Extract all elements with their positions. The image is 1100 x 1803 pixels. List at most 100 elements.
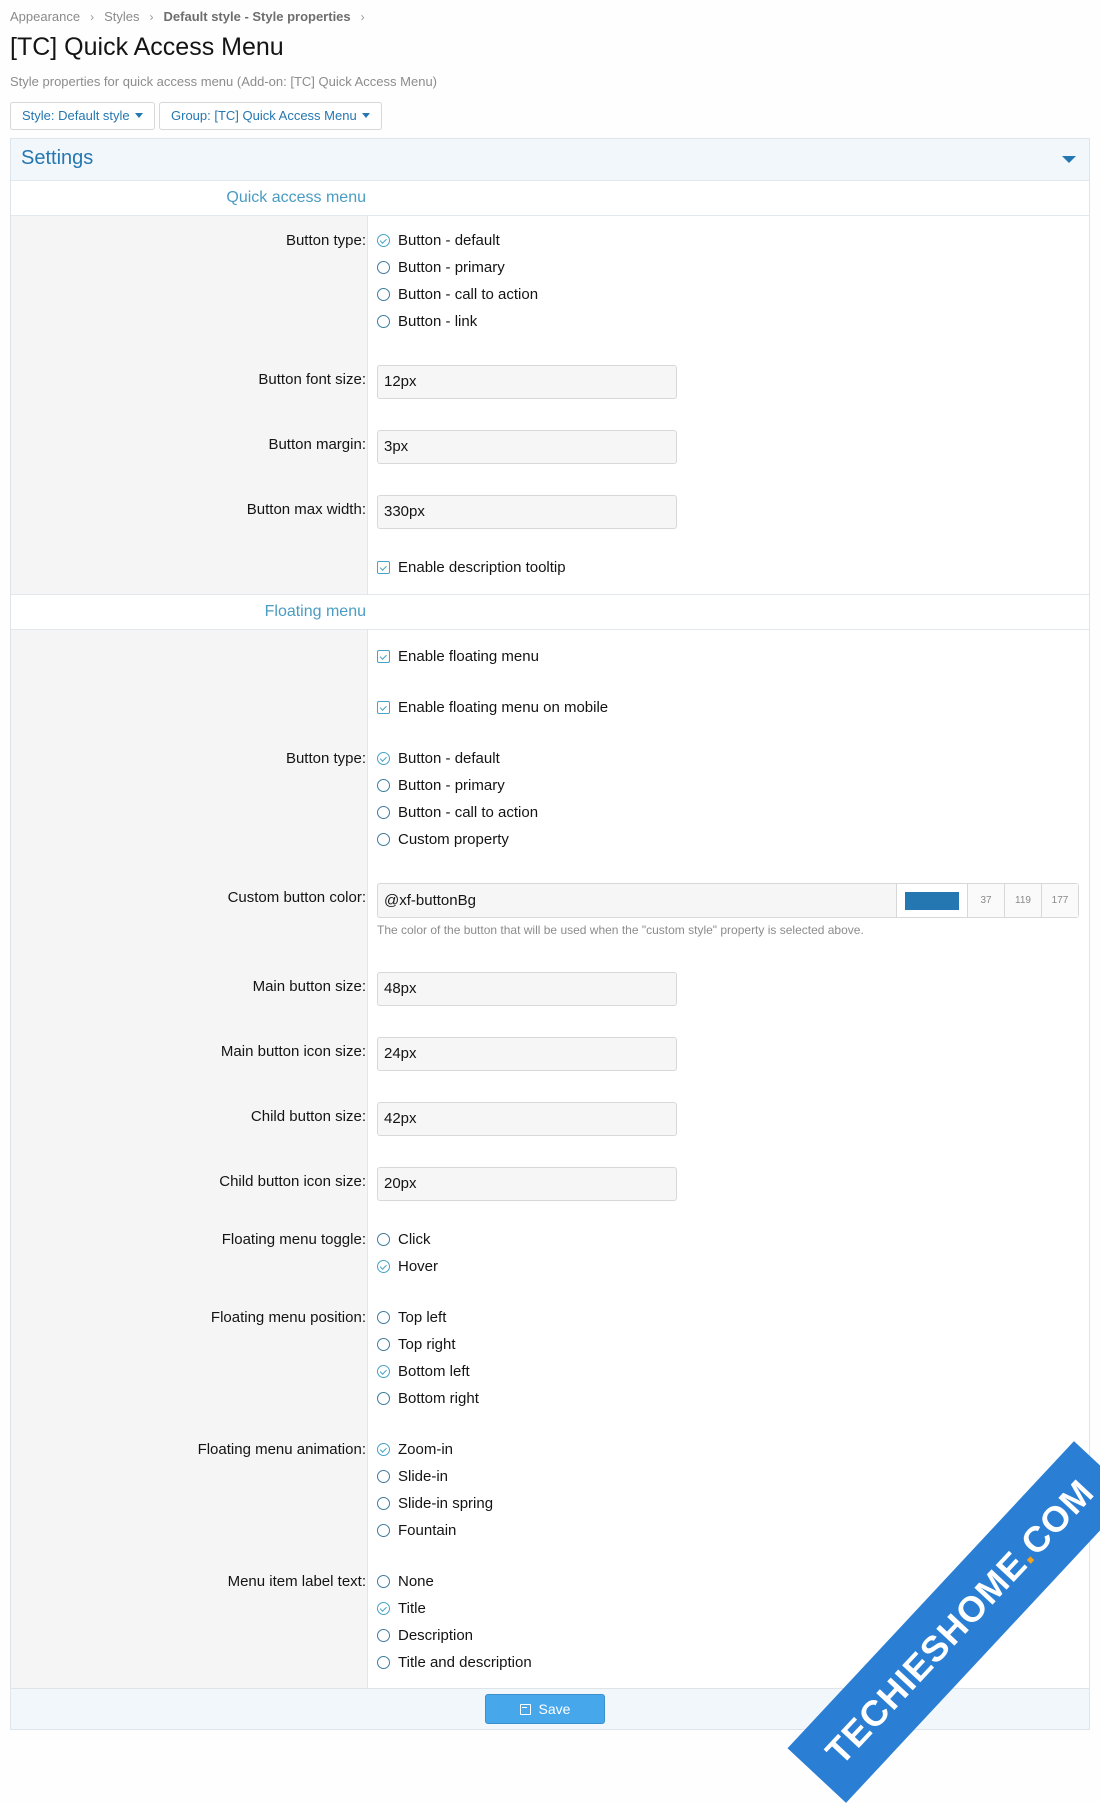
main-button-size-input[interactable]: 48px: [377, 972, 677, 1006]
radio-position-bottom-left[interactable]: Bottom left: [377, 1363, 470, 1380]
radio-icon[interactable]: [377, 1233, 390, 1246]
save-button[interactable]: Save: [485, 1694, 605, 1724]
color-picker-button[interactable]: [896, 884, 967, 917]
radio-icon[interactable]: [377, 1338, 390, 1351]
option-label: Top right: [398, 1336, 456, 1353]
radio-animation-fountain[interactable]: Fountain: [377, 1522, 456, 1539]
settings-panel: Settings Quick access menu Button type: …: [10, 138, 1090, 1730]
checkbox-checked-icon[interactable]: [377, 561, 390, 574]
section-title-quick: Quick access menu: [226, 189, 366, 206]
radio-floating-primary[interactable]: Button - primary: [377, 777, 505, 794]
radio-toggle-hover[interactable]: Hover: [377, 1258, 438, 1275]
option-label: Button - primary: [398, 777, 505, 794]
option-label: Click: [398, 1231, 431, 1248]
option-label: Button - default: [398, 750, 500, 767]
panel-title: Settings: [21, 147, 94, 169]
section-header-quick: Quick access menu: [11, 180, 1089, 216]
radio-label-none[interactable]: None: [377, 1573, 434, 1590]
radio-floating-default[interactable]: Button - default: [377, 750, 500, 767]
radio-icon[interactable]: [377, 1470, 390, 1483]
custom-button-color-hint: The color of the button that will be use…: [377, 923, 864, 937]
button-font-size-label: Button font size:: [258, 371, 366, 388]
option-label: Button - call to action: [398, 286, 539, 303]
enable-description-tooltip-checkbox[interactable]: Enable description tooltip: [377, 559, 566, 576]
radio-label-title-description[interactable]: Title and description: [377, 1654, 532, 1671]
custom-button-color-field[interactable]: @xf-buttonBg 37 119 177: [377, 883, 1079, 918]
option-label: Bottom left: [398, 1363, 470, 1380]
radio-animation-slide-spring[interactable]: Slide-in spring: [377, 1495, 493, 1512]
option-label: Button - default: [398, 232, 500, 249]
style-filter-button[interactable]: Style: Default style: [10, 102, 155, 130]
radio-icon[interactable]: [377, 806, 390, 819]
breadcrumb-styles[interactable]: Styles: [104, 9, 139, 24]
radio-icon[interactable]: [377, 1311, 390, 1324]
button-max-width-input[interactable]: 330px: [377, 495, 677, 529]
option-label: Custom property: [398, 831, 509, 848]
radio-icon[interactable]: [377, 1392, 390, 1405]
checkbox-checked-icon[interactable]: [377, 650, 390, 663]
menu-item-label-text-label: Menu item label text:: [227, 1573, 366, 1590]
breadcrumb-appearance[interactable]: Appearance: [10, 9, 80, 24]
radio-animation-zoom-in[interactable]: Zoom-in: [377, 1441, 453, 1458]
child-button-size-input[interactable]: 42px: [377, 1102, 677, 1136]
radio-icon[interactable]: [377, 1629, 390, 1642]
color-red-value: 37: [967, 884, 1004, 917]
option-label: Title: [398, 1600, 426, 1617]
button-max-width-label: Button max width:: [246, 501, 366, 518]
radio-icon[interactable]: [377, 1497, 390, 1510]
radio-icon[interactable]: [377, 288, 390, 301]
radio-icon[interactable]: [377, 1656, 390, 1669]
breadcrumb-style-properties[interactable]: Default style - Style properties: [164, 9, 351, 24]
enable-floating-menu-checkbox[interactable]: Enable floating menu: [377, 648, 539, 665]
radio-checked-icon[interactable]: [377, 1602, 390, 1615]
save-label: Save: [538, 1701, 571, 1717]
radio-label-title[interactable]: Title: [377, 1600, 426, 1617]
floating-menu-animation-label: Floating menu animation:: [197, 1441, 366, 1458]
option-label: Fountain: [398, 1522, 457, 1539]
color-swatch: [905, 891, 959, 910]
radio-checked-icon[interactable]: [377, 1365, 390, 1378]
enable-floating-mobile-checkbox[interactable]: Enable floating menu on mobile: [377, 699, 608, 716]
radio-checked-icon[interactable]: [377, 234, 390, 247]
option-label: Title and description: [398, 1654, 532, 1671]
radio-label-description[interactable]: Description: [377, 1627, 473, 1644]
button-margin-input[interactable]: 3px: [377, 430, 677, 464]
option-label: Button - primary: [398, 259, 505, 276]
floating-menu-position-label: Floating menu position:: [210, 1309, 366, 1326]
radio-checked-icon[interactable]: [377, 1443, 390, 1456]
child-button-icon-size-input[interactable]: 20px: [377, 1167, 677, 1201]
chevron-right-icon: ›: [149, 9, 154, 24]
option-label: Slide-in: [398, 1468, 449, 1485]
radio-icon[interactable]: [377, 261, 390, 274]
panel-header[interactable]: Settings: [11, 139, 1089, 181]
caret-down-icon: [134, 113, 143, 118]
label-column: [11, 216, 368, 594]
button-font-size-input[interactable]: 12px: [377, 365, 677, 399]
checkbox-checked-icon[interactable]: [377, 701, 390, 714]
radio-toggle-click[interactable]: Click: [377, 1231, 431, 1248]
radio-button-link[interactable]: Button - link: [377, 313, 477, 330]
floating-button-type-label: Button type:: [285, 750, 366, 767]
radio-floating-cta[interactable]: Button - call to action: [377, 804, 538, 821]
radio-position-bottom-right[interactable]: Bottom right: [377, 1390, 479, 1407]
radio-icon[interactable]: [377, 315, 390, 328]
main-button-icon-size-input[interactable]: 24px: [377, 1037, 677, 1071]
radio-icon[interactable]: [377, 1524, 390, 1537]
label-column: [11, 630, 368, 1690]
option-label: Zoom-in: [398, 1441, 454, 1458]
radio-position-top-right[interactable]: Top right: [377, 1336, 456, 1353]
radio-icon[interactable]: [377, 833, 390, 846]
radio-icon[interactable]: [377, 779, 390, 792]
radio-button-cta[interactable]: Button - call to action: [377, 286, 538, 303]
radio-checked-icon[interactable]: [377, 1260, 390, 1273]
radio-button-primary[interactable]: Button - primary: [377, 259, 505, 276]
collapse-icon[interactable]: [1062, 156, 1076, 163]
radio-icon[interactable]: [377, 1575, 390, 1588]
radio-checked-icon[interactable]: [377, 752, 390, 765]
group-filter-button[interactable]: Group: [TC] Quick Access Menu: [159, 102, 382, 130]
color-value-input[interactable]: @xf-buttonBg: [378, 884, 896, 917]
radio-button-default[interactable]: Button - default: [377, 232, 500, 249]
radio-floating-custom[interactable]: Custom property: [377, 831, 509, 848]
radio-animation-slide-in[interactable]: Slide-in: [377, 1468, 448, 1485]
radio-position-top-left[interactable]: Top left: [377, 1309, 446, 1326]
